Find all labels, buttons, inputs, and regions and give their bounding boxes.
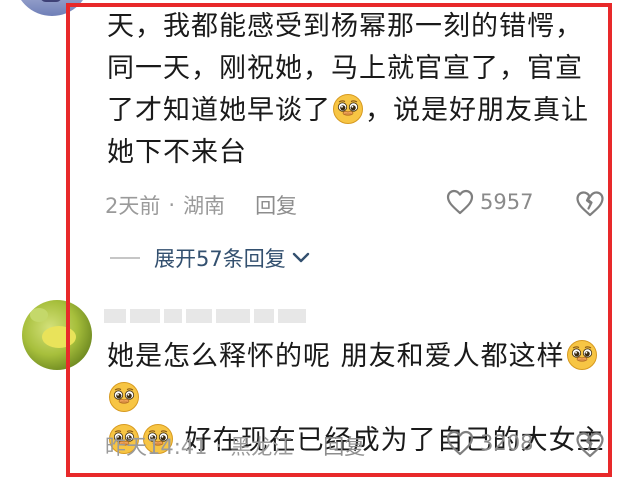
chevron-down-icon	[292, 252, 309, 263]
meta-separator: ·	[168, 193, 176, 217]
comment-1-location: 湖南	[183, 194, 226, 218]
comment-2-time: 昨天14:41	[105, 435, 208, 459]
expand-replies-link[interactable]: 展开57条回复	[110, 243, 310, 273]
comment-1-reply-button[interactable]: 回复	[255, 190, 297, 220]
comment-2-location: 黑龙江	[230, 435, 294, 459]
comment-1-meta: 2天前 · 湖南 回复	[105, 190, 297, 220]
heart-outline-icon	[446, 189, 474, 215]
broken-heart-icon	[576, 432, 604, 458]
comment-1-time: 2天前	[105, 194, 161, 218]
user-avatar-1[interactable]	[14, 0, 90, 16]
pleading-face-emoji	[108, 381, 140, 413]
comment-1-like-count: 5957	[480, 190, 534, 214]
username-blurred[interactable]	[104, 306, 306, 326]
meta-separator: ·	[215, 434, 223, 458]
comment-1-like-button[interactable]: 5957	[446, 189, 533, 215]
comment-1-dislike-button[interactable]	[575, 190, 605, 221]
comment-2-reply-button[interactable]: 回复	[323, 431, 365, 461]
user-avatar-2[interactable]	[22, 300, 92, 370]
comment-2-like-button[interactable]: 3208	[446, 430, 533, 456]
comment-2-meta: 昨天14:41 · 黑龙江 回复	[105, 431, 365, 461]
comment-1-text: 天，我都能感受到杨幂那一刻的错愕，同一天，刚祝她，马上就官宣了，官宣了才知道她早…	[107, 6, 605, 174]
pleading-face-emoji	[332, 93, 364, 125]
comment-2-dislike-button[interactable]	[575, 431, 605, 462]
broken-heart-icon	[576, 191, 604, 217]
pleading-face-emoji	[566, 339, 598, 371]
expand-divider	[110, 257, 140, 259]
heart-outline-icon	[446, 430, 474, 456]
comment-2-like-count: 3208	[480, 431, 534, 455]
comment-2-text-line1: 她是怎么释怀的呢 朋友和爱人都这样	[107, 341, 565, 372]
expand-replies-label: 展开57条回复	[154, 247, 286, 271]
